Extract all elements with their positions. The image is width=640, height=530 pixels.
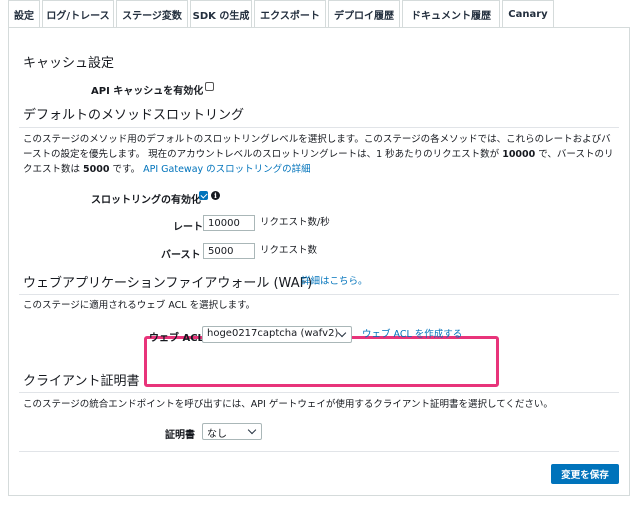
tab-logs-tracing[interactable]: ログ/トレース (42, 0, 114, 27)
tab-settings[interactable]: 設定 (8, 0, 40, 27)
divider (19, 127, 619, 128)
tab-bar: 設定 ログ/トレース ステージ変数 SDK の生成 エクスポート デプロイ履歴 … (8, 0, 556, 28)
cache-settings-heading: キャッシュ設定 (23, 56, 115, 71)
settings-panel: キャッシュ設定 API キャッシュを有効化 デフォルトのメソッドスロットリング … (8, 27, 630, 496)
burst-unit: リクエスト数 (260, 245, 318, 256)
waf-description: このステージに適用されるウェブ ACL を選択します。 (23, 300, 256, 311)
chevron-down-icon (337, 328, 347, 338)
divider (19, 392, 619, 393)
tab-canary[interactable]: Canary (502, 0, 554, 27)
desc-burst-value: 5000 (83, 164, 110, 175)
rate-label: レート (173, 222, 203, 233)
desc-text: で、バーストのリ (538, 149, 614, 160)
throttling-desc-line2: ーストの設定を優先します。 現在のアカウントレベルのスロットリングレートは、1 … (23, 147, 613, 162)
rate-input[interactable] (203, 215, 255, 231)
burst-label: バースト (161, 250, 201, 261)
desc-text: クエスト数は (23, 164, 81, 175)
throttling-heading: デフォルトのメソッドスロットリング (23, 108, 245, 123)
web-acl-selected: hoge0217captcha (wafv2) (207, 328, 339, 339)
waf-heading: ウェブアプリケーションファイアウォール (WAF) (23, 276, 313, 291)
tab-export[interactable]: エクスポート (254, 0, 326, 27)
tab-documentation-history[interactable]: ドキュメント履歴 (402, 0, 500, 27)
tab-stage-variables[interactable]: ステージ変数 (116, 0, 188, 27)
certificate-select[interactable]: なし (202, 423, 262, 440)
rate-unit: リクエスト数/秒 (260, 217, 330, 228)
throttling-checkbox[interactable] (199, 191, 208, 200)
desc-text: ーストの設定を優先します。 現在のアカウントレベルのスロットリングレートは、1 … (23, 149, 500, 160)
client-cert-heading: クライアント証明書 (23, 374, 140, 389)
info-icon[interactable]: i (211, 191, 220, 200)
throttling-desc-line1: このステージのメソッド用のデフォルトのスロットリングレベルを選択します。このステ… (23, 134, 611, 145)
throttling-details-link[interactable]: API Gateway のスロットリングの詳細 (143, 164, 311, 175)
tab-sdk-generation[interactable]: SDK の生成 (190, 0, 252, 27)
divider (19, 451, 619, 452)
certificate-label: 証明書 (165, 430, 195, 441)
desc-text: です。 (112, 164, 141, 175)
create-web-acl-link[interactable]: ウェブ ACL を作成する (362, 327, 462, 342)
api-cache-label: API キャッシュを有効化 (91, 86, 204, 97)
certificate-selected: なし (207, 429, 227, 440)
throttling-desc-line3: クエスト数は 5000 です。 API Gateway のスロットリングの詳細 (23, 162, 613, 177)
web-acl-label: ウェブ ACL (149, 333, 204, 344)
throttling-enable-label: スロットリングの有効化 (91, 195, 201, 206)
burst-input[interactable] (203, 243, 255, 259)
throttling-description: このステージのメソッド用のデフォルトのスロットリングレベルを選択します。このステ… (23, 132, 613, 177)
desc-rate-value: 10000 (502, 149, 536, 160)
waf-details-link[interactable]: 詳細はこちら。 (301, 274, 368, 289)
api-cache-checkbox[interactable] (205, 82, 214, 91)
web-acl-select[interactable]: hoge0217captcha (wafv2) (202, 326, 352, 343)
save-changes-button[interactable]: 変更を保存 (551, 464, 619, 484)
chevron-down-icon (247, 425, 257, 435)
client-cert-description: このステージの統合エンドポイントを呼び出すには、API ゲートウェイが使用するク… (23, 399, 553, 410)
divider (19, 294, 619, 295)
tab-deployment-history[interactable]: デプロイ履歴 (328, 0, 400, 27)
